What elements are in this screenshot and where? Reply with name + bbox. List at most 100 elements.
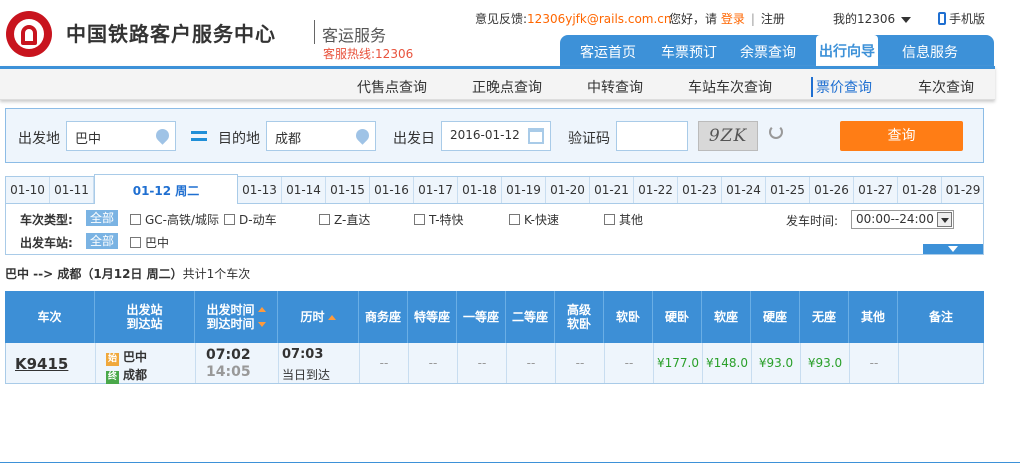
col-second: 二等座 [506,291,555,343]
mobile-link[interactable]: 手机版 [938,10,985,27]
cell-second: -- [507,343,556,383]
type-k-label: K-快速 [524,213,559,227]
checkbox-icon [224,214,235,225]
nav-ticket-query[interactable]: 余票查询 [740,42,796,62]
nav-info-service[interactable]: 信息服务 [902,42,958,62]
date-tab[interactable]: 01-21 [590,177,634,203]
sort-down-icon [257,322,266,327]
chevron-down-icon [901,16,912,23]
captcha-input[interactable] [616,121,688,151]
col-business-label: 商务座 [364,310,401,324]
cell-soft-sleeper: -- [605,343,654,383]
login-link[interactable]: 登录 [721,12,745,26]
filter-panel: 车次类型: 全部 GC-高铁/城际 D-动车 Z-直达 T-特快 K-快速 其他… [5,204,984,255]
col-depart-label: 出发时间 [206,303,255,317]
calendar-icon[interactable] [528,128,544,144]
date-tab[interactable]: 01-22 [634,177,678,203]
checkbox-icon [414,214,425,225]
swap-stations-icon[interactable] [191,129,207,143]
station-all-badge[interactable]: 全部 [86,233,119,249]
location-pin-icon [353,126,372,145]
refresh-icon[interactable] [769,125,783,139]
type-z-checkbox[interactable]: Z-直达 [319,211,370,228]
checkbox-icon [509,214,520,225]
captcha-label: 验证码 [568,131,610,147]
rail-icon [21,25,37,45]
query-button[interactable]: 查询 [840,121,963,151]
checkbox-icon [130,237,141,248]
type-other-checkbox[interactable]: 其他 [604,211,643,228]
date-tab[interactable]: 01-20 [546,177,590,203]
depart-time-select[interactable]: 00:00--24:00 [851,210,954,229]
date-tab[interactable]: 01-26 [810,177,854,203]
date-tab[interactable]: 01-14 [282,177,326,203]
col-premium-label: 特等座 [413,310,450,324]
brand-subtitle: 客运服务 [322,26,387,45]
date-tab[interactable]: 01-13 [238,177,282,203]
date-tab[interactable]: 01-10 [6,177,50,203]
col-duration[interactable]: 历时 [278,291,359,343]
date-tab[interactable]: 01-27 [854,177,898,203]
col-times[interactable]: 出发时间 到达时间 [195,291,278,343]
from-station-input[interactable]: 巴中 [66,121,176,151]
nav-travel-guide[interactable]: 出行向导 [816,35,878,66]
type-d-checkbox[interactable]: D-动车 [224,211,277,228]
date-tab[interactable]: 01-16 [370,177,414,203]
login-area: 您好，请 登录 | 注册 [669,10,785,27]
date-tab[interactable]: 01-18 [458,177,502,203]
train-type-all-badge[interactable]: 全部 [86,210,119,226]
type-gc-label: GC-高铁/城际 [145,213,220,227]
station-bazhong-checkbox[interactable]: 巴中 [130,234,169,251]
date-tab[interactable]: 01-28 [898,177,942,203]
type-other-label: 其他 [619,213,644,227]
col-train-no: 车次 [5,291,95,343]
train-number-link[interactable]: K9415 [15,355,68,373]
subnav-agency-query[interactable]: 代售点查询 [357,77,427,97]
date-input[interactable]: 2016-01-12 [441,121,551,151]
date-tabs: 01-10 01-11 01-12 周二 01-13 01-14 01-15 0… [5,174,984,206]
greeting-text: 您好，请 [669,12,718,26]
col-hard-seat: 硬座 [751,291,800,343]
col-soft-sleeper-label: 软卧 [615,310,640,324]
subnav-delay-query[interactable]: 正晚点查询 [472,77,542,97]
col-remark: 备注 [898,291,984,343]
type-t-checkbox[interactable]: T-特快 [414,211,464,228]
col-remark-label: 备注 [928,310,953,324]
date-tab[interactable]: 01-17 [414,177,458,203]
date-tab[interactable]: 01-15 [326,177,370,203]
collapse-filter-toggle[interactable] [923,244,983,254]
train-count: 共计1个车次 [182,267,251,281]
subnav-transfer-query[interactable]: 中转查询 [587,77,643,97]
subnav-train-query[interactable]: 车次查询 [918,77,974,97]
nav-home[interactable]: 客运首页 [580,42,636,62]
feedback-email-link[interactable]: 12306yjfk@rails.com.cn [527,12,671,26]
arrival-day-note: 当日到达 [282,368,331,382]
from-station: 始巴中 [106,348,147,366]
depart-time-label: 发车时间: [786,214,839,228]
date-tab[interactable]: 01-24 [722,177,766,203]
to-station-input[interactable]: 成都 [266,121,376,151]
nav-booking[interactable]: 车票预订 [661,42,717,62]
col-deluxe-sleeper: 高级 软卧 [555,291,604,343]
col-business: 商务座 [359,291,408,343]
date-tab-selected[interactable]: 01-12 周二 [94,174,238,206]
register-link[interactable]: 注册 [761,12,785,26]
type-gc-checkbox[interactable]: GC-高铁/城际 [130,211,219,228]
date-tab[interactable]: 01-25 [766,177,810,203]
date-tab[interactable]: 01-23 [678,177,722,203]
date-tab[interactable]: 01-11 [50,177,94,203]
location-pin-icon [153,126,172,145]
from-label: 出发地 [18,131,60,147]
col-to-label: 到达站 [126,317,163,331]
feedback: 意见反馈:12306yjfk@rails.com.cn [475,10,672,27]
subnav-station-query[interactable]: 车站车次查询 [688,77,772,97]
col-no-seat-label: 无座 [811,310,836,324]
captcha-image[interactable]: 9ZK [698,121,758,151]
my12306-menu[interactable]: 我的12306 [833,10,912,27]
subnav-fare-query[interactable]: 票价查询 [811,77,872,97]
date-tab[interactable]: 01-19 [502,177,546,203]
date-tab[interactable]: 01-29 [942,177,984,203]
type-k-checkbox[interactable]: K-快速 [509,211,559,228]
cell-hard-seat-price: ¥93.0 [752,343,801,383]
sort-arrive: 到达时间 [206,317,266,331]
